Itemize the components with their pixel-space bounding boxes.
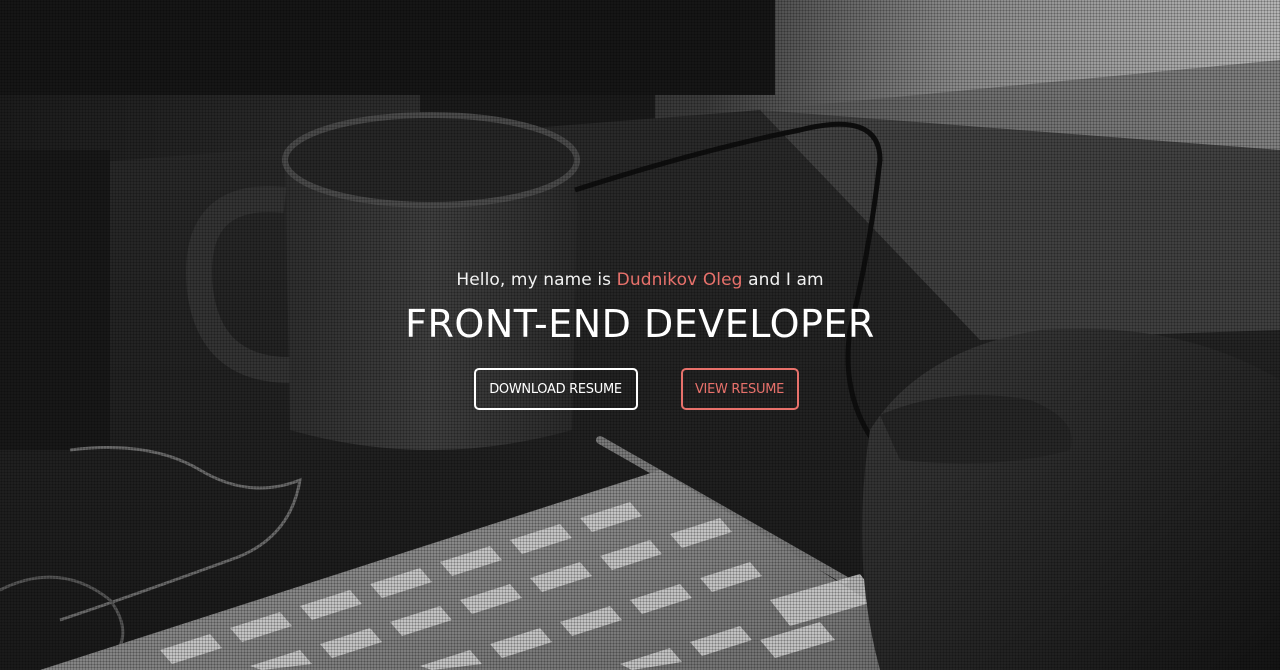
hero-buttons: DOWNLOAD RESUME VIEW RESUME bbox=[0, 368, 1276, 410]
greeting-suffix: and I am bbox=[742, 270, 824, 290]
developer-name: Dudnikov Oleg bbox=[616, 270, 743, 290]
hero-content: Hello, my name is Dudnikov Oleg and I am… bbox=[0, 268, 1280, 410]
hero-section: Hello, my name is Dudnikov Oleg and I am… bbox=[0, 0, 1280, 670]
download-resume-button[interactable]: DOWNLOAD RESUME bbox=[473, 368, 638, 410]
greeting-text: Hello, my name is Dudnikov Oleg and I am bbox=[0, 268, 1280, 292]
view-resume-button[interactable]: VIEW RESUME bbox=[680, 368, 799, 410]
hero-title: FRONT-END DEVELOPER bbox=[405, 302, 875, 346]
greeting-prefix: Hello, my name is bbox=[456, 270, 617, 290]
